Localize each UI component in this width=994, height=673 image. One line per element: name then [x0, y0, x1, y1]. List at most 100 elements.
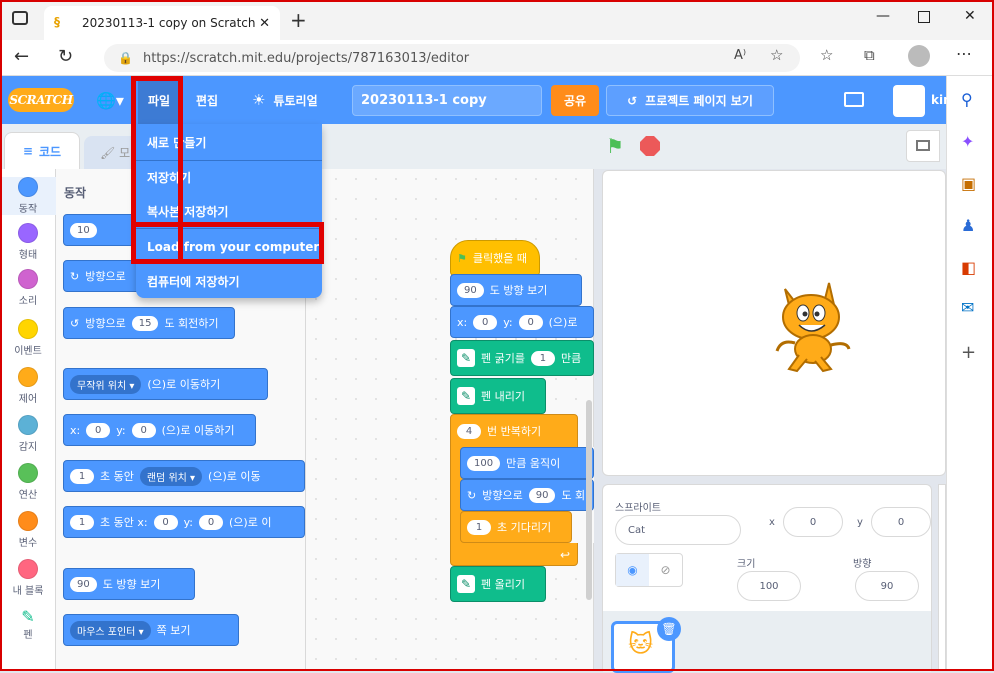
glide-dropdown[interactable]: 랜덤 위치 ▾: [139, 466, 203, 486]
close-window-button[interactable]: ✕: [964, 8, 976, 24]
block-goto-xy[interactable]: x: 0 y: 0 (으)로: [450, 306, 594, 338]
see-project-page-button[interactable]: ↺ 프로젝트 페이지 보기: [606, 85, 774, 116]
edit-menu[interactable]: 편집: [196, 76, 218, 124]
value-input[interactable]: 0: [473, 314, 498, 330]
scratch-logo[interactable]: SCRATCH: [8, 88, 74, 112]
block-wait[interactable]: 1 초 기다리기: [460, 511, 572, 543]
category-motion[interactable]: 동작: [0, 177, 56, 215]
value-input[interactable]: 0: [131, 422, 156, 438]
block-glide-xy[interactable]: 1 초 동안 x: 0 y: 0 (으)로 이: [63, 506, 305, 538]
goto-dropdown[interactable]: 무작위 위치 ▾: [70, 374, 142, 394]
block-glide[interactable]: 1 초 동안 랜덤 위치 ▾ (으)로 이동: [63, 460, 305, 492]
block-point-direction[interactable]: 90 도 방향 보기: [63, 568, 195, 600]
value-input[interactable]: 1: [70, 514, 94, 530]
tab-code[interactable]: ≡ 코드: [4, 132, 80, 169]
hide-eye-icon[interactable]: ⊘: [649, 554, 682, 586]
project-title-input[interactable]: 20230113-1 copy: [352, 85, 542, 116]
block-pen-up[interactable]: ✎ 펜 올리기: [450, 566, 546, 602]
add-sidebar-icon[interactable]: +: [961, 342, 976, 363]
value-input[interactable]: 90: [457, 282, 484, 298]
show-eye-icon[interactable]: ◉: [616, 554, 649, 586]
value-input[interactable]: 0: [153, 514, 178, 530]
category-dot: [18, 223, 38, 243]
value-input[interactable]: 0: [518, 314, 543, 330]
category-label: 변수: [18, 538, 38, 549]
minimize-button[interactable]: —: [876, 8, 890, 24]
category-variables[interactable]: 변수: [0, 511, 56, 549]
close-tab-icon[interactable]: ✕: [259, 16, 270, 31]
value-input[interactable]: 90: [528, 487, 556, 503]
green-flag-button[interactable]: ⚑: [606, 134, 624, 158]
refresh-icon[interactable]: ↻: [58, 46, 73, 67]
collections-icon[interactable]: ⧉: [864, 46, 875, 64]
block-turn-right[interactable]: ↻ 방향으로: [63, 260, 143, 292]
block-point-towards[interactable]: 마우스 포인터 ▾ 쪽 보기: [63, 614, 239, 646]
favorites-icon[interactable]: ☆: [820, 46, 833, 64]
x-input[interactable]: 0: [783, 507, 843, 537]
value-input[interactable]: 1: [467, 519, 491, 535]
copilot-icon[interactable]: ✦: [961, 132, 974, 151]
small-stage-icon: [916, 140, 930, 151]
value-input[interactable]: 1: [530, 350, 555, 366]
value-input[interactable]: 0: [199, 514, 223, 530]
maximize-button[interactable]: [918, 11, 930, 23]
browser-tab[interactable]: § 20230113-1 copy on Scratch ✕: [44, 6, 280, 40]
stop-button[interactable]: [640, 136, 660, 156]
category-my-blocks[interactable]: 내 블록: [0, 559, 56, 597]
back-icon[interactable]: ←: [14, 46, 29, 67]
category-looks[interactable]: 형태: [0, 223, 56, 261]
block-pen-down[interactable]: ✎ 펜 내리기: [450, 378, 546, 414]
block-when-flag-clicked[interactable]: ⚑ 클릭했을 때: [450, 240, 540, 276]
value-input[interactable]: 10: [70, 222, 97, 238]
block-goto[interactable]: 무작위 위치 ▾ (으)로 이동하기: [63, 368, 268, 400]
value-input[interactable]: 90: [70, 576, 97, 592]
block-move-steps[interactable]: 100 만큼 움직이: [460, 447, 594, 479]
menu-item-save-to-computer[interactable]: 컴퓨터에 저장하기: [136, 264, 322, 298]
value-input[interactable]: 0: [86, 422, 111, 438]
category-control[interactable]: 제어: [0, 367, 56, 405]
tab-actions-icon[interactable]: [12, 11, 28, 25]
block-text: (으)로 이: [229, 516, 272, 529]
username[interactable]: kin: [931, 93, 952, 107]
sprite-info-pane: 스프라이트 Cat x 0 y 0 ◉ ⊘ 크기 100 방향 90 🐱 🗑: [602, 484, 932, 673]
block-turn-left[interactable]: ↺ 방향으로 15 도 회전하기: [63, 307, 235, 339]
add-favorite-icon[interactable]: ☆: [770, 46, 783, 64]
search-icon[interactable]: ⚲: [961, 90, 973, 109]
value-input[interactable]: 1: [70, 468, 94, 484]
value-input[interactable]: 4: [457, 423, 481, 439]
user-avatar[interactable]: [893, 85, 925, 117]
delete-sprite-icon[interactable]: 🗑: [657, 617, 681, 641]
tutorials-menu[interactable]: ☀ 튜토리얼: [252, 76, 318, 124]
read-aloud-icon[interactable]: A⁾: [734, 48, 746, 63]
stage-canvas[interactable]: [602, 170, 946, 476]
category-sensing[interactable]: 감지: [0, 415, 56, 453]
category-operators[interactable]: 연산: [0, 463, 56, 501]
tools-icon[interactable]: ▣: [961, 174, 976, 193]
block-point-direction[interactable]: 90 도 방향 보기: [450, 274, 582, 306]
profile-avatar[interactable]: [908, 45, 930, 67]
sprite-name-input[interactable]: Cat: [615, 515, 741, 545]
block-goto-xy[interactable]: x: 0 y: 0 (으)로 이동하기: [63, 414, 256, 446]
new-tab-button[interactable]: +: [290, 8, 307, 32]
block-set-pen-size[interactable]: ✎ 펜 굵기를 1 만큼: [450, 340, 594, 376]
block-turn-right[interactable]: ↻ 방향으로 90 도 회: [460, 479, 594, 511]
y-input[interactable]: 0: [871, 507, 931, 537]
my-stuff-folder-icon[interactable]: [844, 92, 864, 107]
share-button[interactable]: 공유: [551, 85, 599, 116]
pointto-dropdown[interactable]: 마우스 포인터 ▾: [70, 620, 151, 640]
script-scrollbar[interactable]: [586, 400, 592, 600]
direction-input[interactable]: 90: [855, 571, 919, 601]
outlook-icon[interactable]: ✉: [961, 298, 974, 317]
value-input[interactable]: 15: [131, 315, 159, 331]
value-input[interactable]: 100: [467, 455, 501, 471]
more-menu-icon[interactable]: ⋯: [956, 44, 972, 63]
office-icon[interactable]: ◧: [961, 258, 976, 277]
dropdown-text: 랜덤 위치: [146, 472, 187, 484]
games-icon[interactable]: ♟: [961, 216, 975, 235]
language-globe-icon[interactable]: 🌐▾: [96, 76, 124, 124]
category-events[interactable]: 이벤트: [0, 319, 56, 357]
size-input[interactable]: 100: [737, 571, 801, 601]
category-pen[interactable]: ✎ 펜: [0, 607, 56, 641]
url-field[interactable]: 🔒 https://scratch.mit.edu/projects/78716…: [104, 44, 800, 72]
category-sound[interactable]: 소리: [0, 269, 56, 307]
